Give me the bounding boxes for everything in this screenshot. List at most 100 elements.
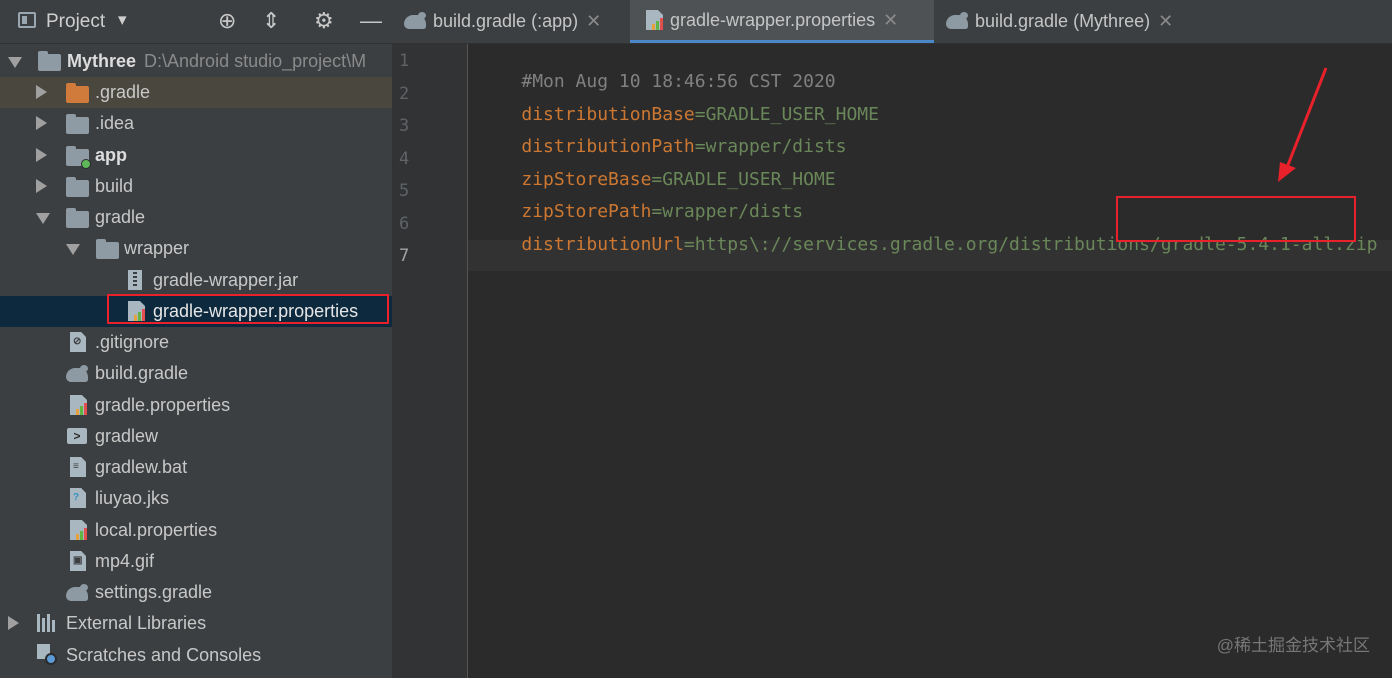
close-icon[interactable]: ✕ [586,11,601,32]
expand-arrow-icon[interactable] [36,148,47,162]
tab-build-gradle-app[interactable]: build.gradle (:app) ✕ [404,0,628,43]
annotation-box-url [1116,196,1356,242]
equals-sign: = [683,234,695,255]
tree-item-wrapper[interactable]: wrapper [0,233,392,264]
folder-icon [66,177,89,197]
module-folder-icon [66,146,91,169]
tree-root-label: Mythree [67,51,137,71]
project-panel-header: Project ▾ ⊕ ⇕ ⚙ — [0,0,392,43]
tree-item-gradle-wrapper-jar[interactable]: gradle-wrapper.jar [0,265,392,296]
expand-arrow-icon[interactable] [36,85,47,99]
tree-item-label: gradlew.bat [95,457,188,477]
line-number: 4 [399,149,410,169]
folder-icon [96,239,119,259]
tab-label: build.gradle (:app) [433,11,579,31]
watermark: @稀土掘金技术社区 [1216,636,1370,655]
tree-item-label: liuyao.jks [95,488,170,508]
tree-item-scratches[interactable]: Scratches and Consoles [0,640,392,671]
expand-arrow-icon[interactable] [36,179,47,193]
expand-arrow-icon[interactable] [8,57,22,68]
gradle-icon [946,11,968,29]
line-number: 1 [399,51,410,71]
tab-label: gradle-wrapper.properties [670,9,876,30]
tree-item-liuyao-jks[interactable]: ? liuyao.jks [0,483,392,514]
tree-item-gradlew-bat[interactable]: ≡ gradlew.bat [0,452,392,483]
tree-root-path: D:\Android studio_project\M [144,51,367,71]
tree-item-label: External Libraries [66,613,207,633]
module-folder-icon [38,51,61,71]
editor-tabs: build.gradle (:app) ✕ gradle-wrapper.pro… [392,0,1392,43]
line-number: 6 [399,214,410,234]
expand-arrow-icon[interactable] [36,116,47,130]
project-view-title[interactable]: Project [46,11,105,33]
unknown-file-icon: ? [70,488,86,508]
top-bar: Project ▾ ⊕ ⇕ ⚙ — build.gradle (:app) ✕ … [0,0,1392,44]
tree-item-gradlew[interactable]: > gradlew [0,421,392,452]
tree-item-gradle-folder[interactable]: gradle [0,202,392,233]
tree-item-label: build [95,176,134,196]
tree-item-build[interactable]: build [0,171,392,202]
tree-item-settings-gradle[interactable]: settings.gradle [0,577,392,608]
collapse-all-icon[interactable]: ⇕ [262,8,280,34]
expand-arrow-icon[interactable] [66,244,80,255]
properties-file-icon [646,10,663,30]
tree-item-label: gradle [95,207,146,227]
annotation-box-tree [107,294,389,324]
scratches-icon [37,644,59,666]
expand-arrow-icon[interactable] [36,213,50,224]
tree-item-label: mp4.gif [95,551,155,571]
gear-icon[interactable]: ⚙ [314,8,334,34]
libraries-icon [37,614,59,632]
expand-arrow-icon[interactable] [8,616,19,630]
tree-item-label: .gitignore [95,332,170,352]
tree-item-idea[interactable]: .idea [0,108,392,139]
tree-root-mythree[interactable]: Mythree D:\Android studio_project\M [0,46,392,77]
line-number-gutter: 1 2 3 4 5 6 7 [393,44,468,678]
tree-item-app[interactable]: app [0,140,392,171]
property-value-prefix: https\://services.gradle.org/distributio… [694,234,1161,255]
tab-gradle-wrapper-properties[interactable]: gradle-wrapper.properties ✕ [630,0,934,43]
property-key: distributionUrl [521,234,684,255]
properties-file-icon [70,395,87,415]
tree-item-mp4-gif[interactable]: ▣ mp4.gif [0,546,392,577]
folder-icon [66,83,89,103]
tree-item-gitignore[interactable]: ⊘ .gitignore [0,327,392,358]
folder-icon [66,208,89,228]
tree-item-label: .gradle [95,82,151,102]
tree-item-label: gradle.properties [95,395,231,415]
gradle-icon [66,365,88,382]
line-number: 2 [399,84,410,104]
locate-target-icon[interactable]: ⊕ [218,8,236,34]
close-icon[interactable]: ✕ [1158,11,1173,32]
folder-icon [66,114,89,134]
project-tree: Mythree D:\Android studio_project\M .grad… [0,44,393,678]
tree-item-label: gradlew [95,426,159,446]
image-file-icon: ▣ [70,551,86,571]
tree-item-label: app [95,145,128,165]
tab-build-gradle-mythree[interactable]: build.gradle (Mythree) ✕ [946,0,1206,43]
tree-item-external-libraries[interactable]: External Libraries [0,608,392,639]
code-editor[interactable]: #Mon Aug 10 18:46:56 CST 2020 distributi… [468,44,1392,678]
properties-file-icon [70,520,87,540]
tree-item-label: .idea [95,113,135,133]
tree-item-label: build.gradle [95,363,189,383]
tree-item-label: wrapper [124,238,190,258]
tree-item-local-properties[interactable]: local.properties [0,515,392,546]
line-number: 7 [399,246,410,266]
tree-item-label: settings.gradle [95,582,213,602]
annotation-arrow [1278,67,1328,182]
gradle-icon [404,11,426,29]
minimize-icon[interactable]: — [360,8,382,34]
close-icon[interactable]: ✕ [883,10,898,31]
jar-file-icon [128,270,142,290]
chevron-down-icon[interactable]: ▾ [118,10,127,30]
tree-item-build-gradle[interactable]: build.gradle [0,358,392,389]
line-number: 5 [399,181,410,201]
tree-item-gradle-properties[interactable]: gradle.properties [0,390,392,421]
line-number: 3 [399,116,410,136]
tree-item-label: gradle-wrapper.jar [153,270,299,290]
tree-item-dot-gradle[interactable]: .gradle [0,77,392,108]
gradle-icon [66,584,88,601]
ignore-file-icon: ⊘ [70,332,86,352]
project-view-icon[interactable] [18,12,36,28]
